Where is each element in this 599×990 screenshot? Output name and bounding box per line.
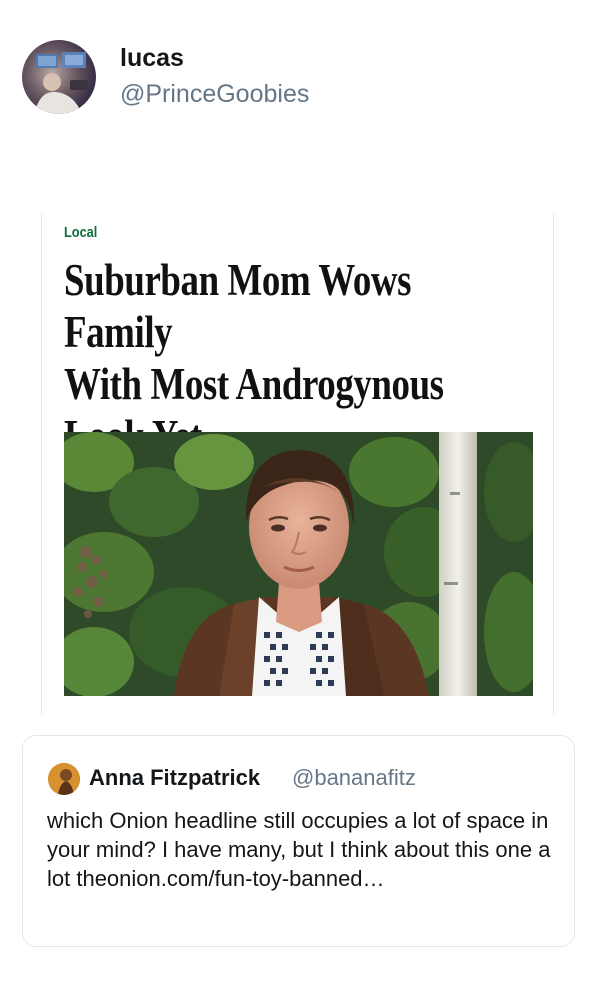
- quoted-avatar-image: [48, 763, 80, 795]
- quoted-tweet[interactable]: Anna Fitzpatrick @bananafitz which Onion…: [22, 735, 575, 947]
- display-name[interactable]: lucas: [120, 44, 184, 73]
- article-photo: [64, 432, 533, 696]
- headline-line-1: Suburban Mom Wows Family: [64, 255, 412, 357]
- quoted-tweet-text: which Onion headline still occupies a lo…: [47, 808, 551, 891]
- quoted-user-handle[interactable]: @bananafitz: [292, 765, 416, 791]
- tweet-header: lucas @PrinceGoobies: [22, 40, 582, 116]
- quoted-display-name[interactable]: Anna Fitzpatrick: [89, 765, 260, 791]
- article-headline: Suburban Mom Wows Family With Most Andro…: [64, 254, 523, 462]
- quoted-user-avatar[interactable]: [48, 763, 80, 795]
- avatar-image: [34, 52, 88, 114]
- user-avatar[interactable]: [22, 40, 96, 114]
- article-screenshot: Local Suburban Mom Wows Family With Most…: [41, 214, 554, 714]
- section-label: Local: [64, 224, 98, 241]
- user-handle[interactable]: @PrinceGoobies: [120, 80, 309, 109]
- woman-portrait-image: [64, 432, 533, 696]
- headline-line-2: With Most Androgynous: [64, 359, 444, 409]
